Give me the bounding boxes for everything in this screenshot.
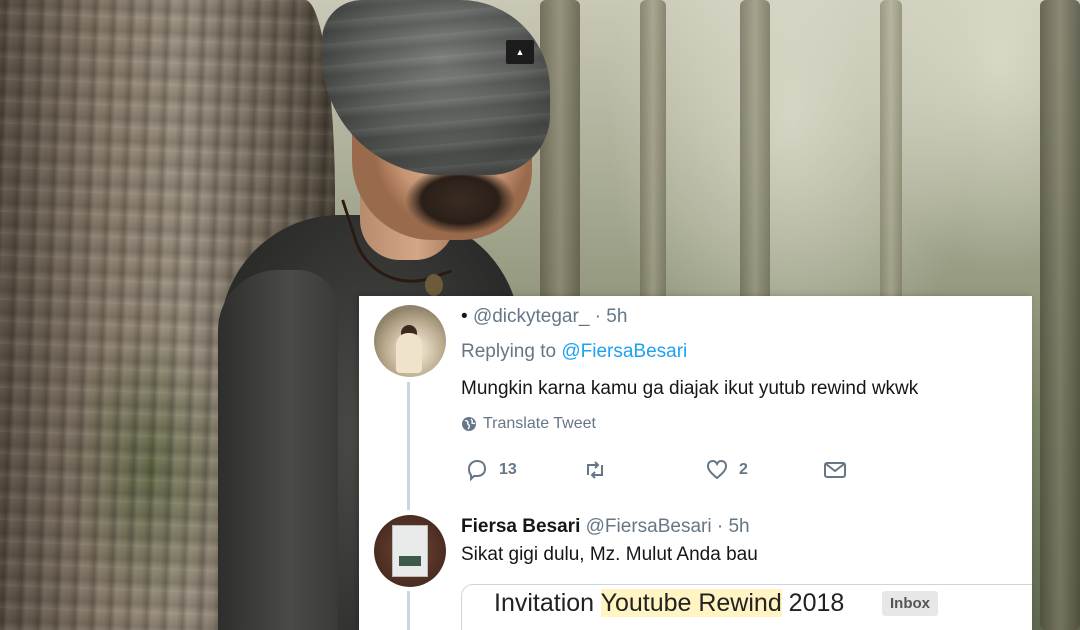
background-tree — [1040, 0, 1080, 630]
thread-connector — [407, 382, 410, 510]
inbox-badge: Inbox — [882, 591, 938, 616]
reply-button[interactable]: 13 — [465, 458, 517, 482]
attached-image[interactable]: Invitation Youtube Rewind 2018 Inbox — [461, 584, 1032, 630]
tweet-text: Sikat gigi dulu, Mz. Mulut Anda bau — [461, 544, 758, 565]
person-arm — [218, 270, 338, 630]
tweet-text: Mungkin karna kamu ga diajak ikut yutub … — [461, 378, 919, 399]
like-count: 2 — [739, 461, 748, 478]
timestamp[interactable]: · 5h — [595, 306, 628, 327]
message-icon — [824, 462, 846, 478]
replying-prefix: Replying to — [461, 341, 557, 362]
pendant — [425, 274, 443, 296]
translate-label: Translate Tweet — [483, 415, 596, 432]
handle[interactable]: @FiersaBesari — [586, 516, 712, 537]
display-name[interactable]: Fiersa Besari — [461, 516, 580, 537]
avatar-figure — [396, 333, 422, 373]
reply-count: 13 — [499, 461, 517, 478]
like-button[interactable]: 2 — [705, 458, 748, 482]
tweet2-header: Fiersa Besari @FiersaBesari · 5h — [461, 516, 750, 538]
timestamp[interactable]: · 5h — [717, 516, 750, 537]
globe-icon — [462, 417, 476, 431]
translate-tweet-button[interactable]: Translate Tweet — [461, 415, 596, 433]
email-subject: Invitation Youtube Rewind 2018 — [494, 589, 844, 618]
tweet-actions: 13 2 — [465, 458, 865, 484]
bullet: • — [461, 306, 468, 327]
subject-highlight: Youtube Rewind — [600, 589, 782, 617]
retweet-icon — [587, 461, 603, 479]
replying-to-link[interactable]: @FiersaBesari — [561, 341, 687, 362]
avatar[interactable] — [374, 305, 446, 377]
tweet-thread-card: • @dickytegar_ · 5h Replying to @FiersaB… — [359, 296, 1032, 630]
like-icon — [706, 459, 728, 480]
username[interactable]: @dickytegar_ — [473, 306, 589, 327]
avatar-document — [392, 525, 428, 577]
subject-part: 2018 — [781, 589, 845, 617]
beanie-logo: ▲ — [506, 40, 534, 64]
retweet-button[interactable] — [583, 458, 617, 482]
subject-part: Invitation — [494, 589, 601, 617]
reply-icon — [467, 459, 487, 482]
thread-connector — [407, 591, 410, 630]
tweet1-header: • @dickytegar_ · 5h — [461, 306, 627, 328]
direct-message-button[interactable] — [823, 458, 847, 482]
replying-to: Replying to @FiersaBesari — [461, 341, 687, 363]
avatar[interactable] — [374, 515, 446, 587]
